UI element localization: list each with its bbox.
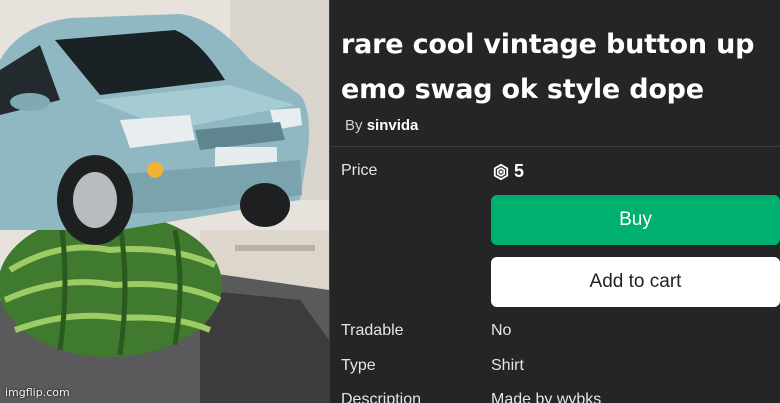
type-value: Shirt	[491, 357, 524, 374]
product-image: imgflip.com	[0, 0, 329, 403]
add-to-cart-button[interactable]: Add to cart	[491, 257, 780, 307]
buy-button[interactable]: Buy	[491, 195, 780, 245]
price-label: Price	[341, 162, 378, 179]
price-display: 5	[493, 161, 524, 182]
image-watermark: imgflip.com	[5, 386, 70, 399]
byline-prefix: By	[345, 117, 363, 134]
robux-icon	[493, 163, 509, 180]
tradable-value: No	[491, 322, 512, 339]
item-details-panel: rare cool vintage button up emo swag ok …	[330, 0, 780, 403]
tradable-label: Tradable	[341, 322, 404, 339]
creator-link[interactable]: sinvida	[367, 117, 419, 134]
creator-byline: By sinvida	[345, 117, 418, 134]
price-value: 5	[514, 161, 525, 181]
item-title: rare cool vintage button up emo swag ok …	[341, 29, 755, 105]
description-value: Made by wybks	[491, 391, 602, 403]
type-label: Type	[341, 357, 376, 374]
section-divider	[330, 146, 780, 147]
description-label: Description	[341, 391, 422, 403]
product-picture	[0, 0, 329, 403]
